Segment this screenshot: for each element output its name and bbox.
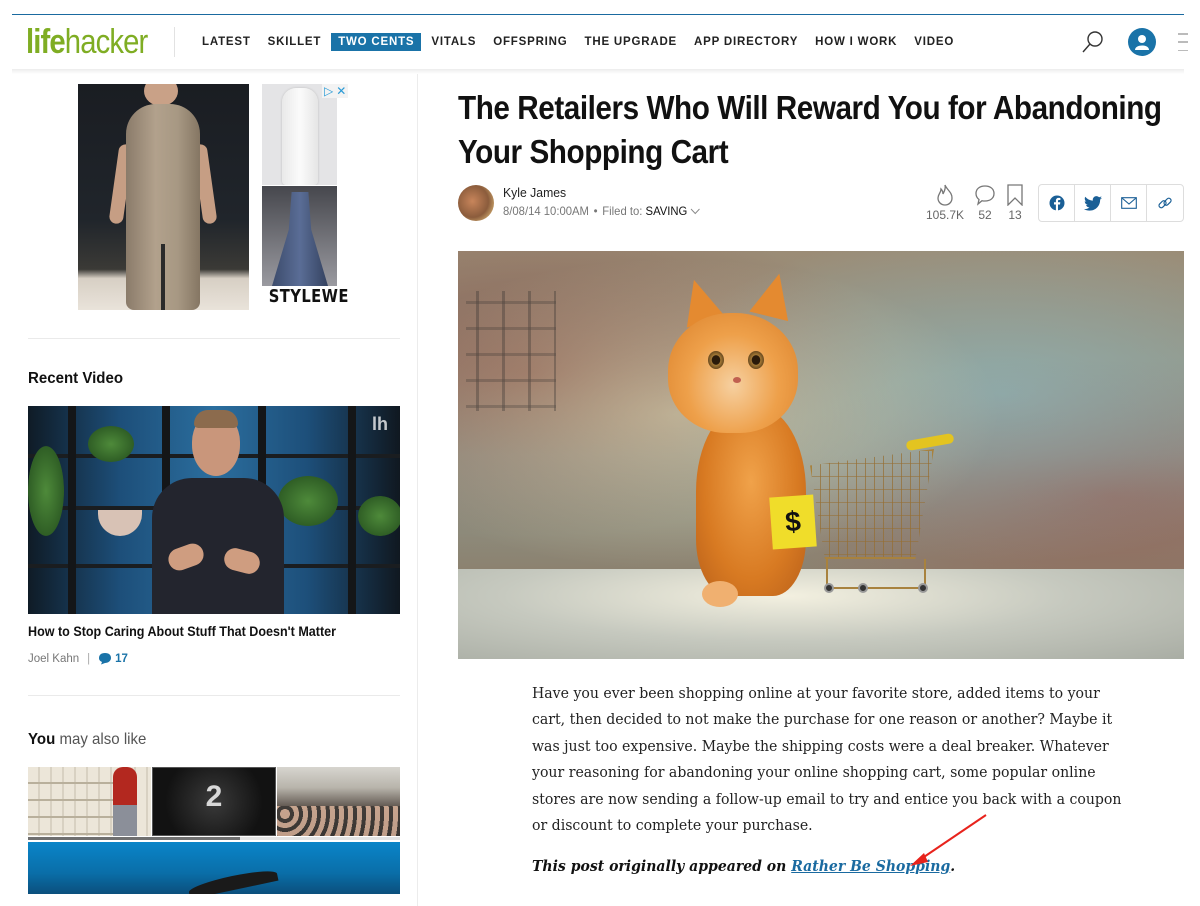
twitter-icon bbox=[1083, 195, 1102, 211]
chevron-down-icon[interactable] bbox=[690, 208, 701, 215]
user-icon[interactable] bbox=[1128, 28, 1156, 56]
stylewe-ad[interactable]: STYLEWE ▷ ✕ bbox=[78, 84, 350, 311]
main-nav: LATEST SKILLET TWO CENTS VITALS OFFSPRIN… bbox=[195, 33, 964, 51]
comments-stat[interactable]: 52 bbox=[974, 184, 996, 222]
menu-icon[interactable] bbox=[1178, 31, 1188, 53]
article-title: The Retailers Who Will Reward You for Ab… bbox=[458, 89, 1162, 170]
recommendation-carousel: 2 bbox=[28, 767, 401, 836]
lifehacker-watermark: lh bbox=[372, 414, 388, 434]
recent-video-thumbnail[interactable]: lh bbox=[28, 406, 400, 614]
nav-app-directory[interactable]: APP DIRECTORY bbox=[687, 33, 805, 51]
views-stat: 105.7K bbox=[926, 184, 964, 222]
you-may-also-like-heading: You may also like bbox=[28, 731, 147, 748]
ad-close-icon[interactable]: ✕ bbox=[336, 84, 346, 98]
nav-video[interactable]: VIDEO bbox=[907, 33, 961, 51]
recommendation-tile-large[interactable] bbox=[28, 842, 400, 894]
column-divider bbox=[417, 74, 418, 906]
nav-offspring[interactable]: OFFSPRING bbox=[486, 33, 574, 51]
video-comment-count: 17 bbox=[115, 652, 128, 665]
article-body: Have you ever been shopping online at yo… bbox=[532, 681, 1122, 839]
article-stats: 105.7K 52 13 bbox=[926, 184, 1024, 222]
header-shadow bbox=[12, 69, 1184, 74]
recent-video-heading: Recent Video bbox=[28, 370, 124, 387]
recommendation-tile[interactable]: 2 bbox=[151, 767, 277, 836]
byline: Kyle James 8/08/14 10:00AM • Filed to: SAV… bbox=[458, 185, 713, 221]
lifehacker-logo[interactable]: lifehacker bbox=[26, 25, 155, 59]
ad-brand-label: STYLEWE bbox=[268, 286, 349, 307]
facebook-icon bbox=[1049, 195, 1064, 211]
ad-badges: ▷ ✕ bbox=[322, 84, 349, 98]
publish-date[interactable]: 8/08/14 10:00AM bbox=[503, 204, 589, 218]
link-icon bbox=[1158, 197, 1172, 209]
article-meta: 8/08/14 10:00AM • Filed to: SAVING bbox=[503, 204, 701, 218]
shopping-cart bbox=[796, 431, 956, 631]
share-facebook-button[interactable] bbox=[1039, 185, 1075, 221]
share-email-button[interactable] bbox=[1111, 185, 1147, 221]
presenter bbox=[148, 406, 288, 614]
hero-image: $ bbox=[458, 251, 1184, 659]
email-icon bbox=[1120, 197, 1137, 209]
nav-how-i-work[interactable]: HOW I WORK bbox=[808, 33, 904, 51]
nav-the-upgrade[interactable]: THE UPGRADE bbox=[578, 33, 685, 51]
category-link[interactable]: SAVING bbox=[646, 204, 688, 218]
comment-icon bbox=[975, 185, 995, 206]
search-icon[interactable] bbox=[1080, 29, 1106, 55]
nav-vitals[interactable]: VITALS bbox=[424, 33, 483, 51]
recent-video-title[interactable]: How to Stop Caring About Stuff That Does… bbox=[28, 624, 336, 639]
recommendation-tile[interactable] bbox=[277, 767, 401, 836]
carousel-progress-bar[interactable] bbox=[28, 837, 400, 840]
bookmark-icon bbox=[1007, 184, 1023, 206]
ad-image-blue-coat[interactable] bbox=[262, 186, 337, 286]
share-buttons bbox=[1038, 184, 1184, 222]
carousel-progress-fill bbox=[28, 837, 241, 840]
video-comments[interactable]: 17 bbox=[98, 652, 128, 665]
share-link-button[interactable] bbox=[1147, 185, 1183, 221]
bookmarks-stat[interactable]: 13 bbox=[1006, 184, 1024, 222]
author-avatar[interactable] bbox=[458, 185, 494, 221]
ad-image-main[interactable] bbox=[78, 84, 249, 310]
flame-icon bbox=[937, 184, 953, 206]
recommendation-tile[interactable] bbox=[28, 767, 151, 836]
sidebar-divider bbox=[28, 338, 400, 339]
article-paragraph: Have you ever been shopping online at yo… bbox=[532, 685, 1122, 835]
dollar-tag: $ bbox=[769, 494, 817, 550]
nav-skillet[interactable]: SKILLET bbox=[261, 33, 329, 51]
site-header: lifehacker LATEST SKILLET TWO CENTS VITA… bbox=[12, 15, 1188, 69]
adchoices-icon[interactable]: ▷ bbox=[324, 84, 333, 98]
share-twitter-button[interactable] bbox=[1075, 185, 1111, 221]
nav-two-cents[interactable]: TWO CENTS bbox=[331, 33, 422, 51]
sidebar-divider-2 bbox=[28, 695, 400, 696]
recent-video-meta: Joel Kahn | 17 bbox=[28, 652, 128, 665]
video-author[interactable]: Joel Kahn bbox=[28, 653, 79, 665]
nav-latest[interactable]: LATEST bbox=[195, 33, 258, 51]
comment-bubble-icon bbox=[99, 653, 112, 665]
header-actions bbox=[1080, 28, 1188, 56]
annotation-arrow bbox=[910, 814, 987, 866]
source-attribution: This post originally appeared on Rather … bbox=[532, 858, 956, 875]
filed-to-label: Filed to: bbox=[602, 204, 643, 218]
ad-image-white-dress[interactable] bbox=[262, 84, 337, 185]
logo-divider bbox=[174, 27, 175, 57]
meta-separator: | bbox=[87, 652, 91, 665]
author-name[interactable]: Kyle James bbox=[503, 185, 701, 200]
